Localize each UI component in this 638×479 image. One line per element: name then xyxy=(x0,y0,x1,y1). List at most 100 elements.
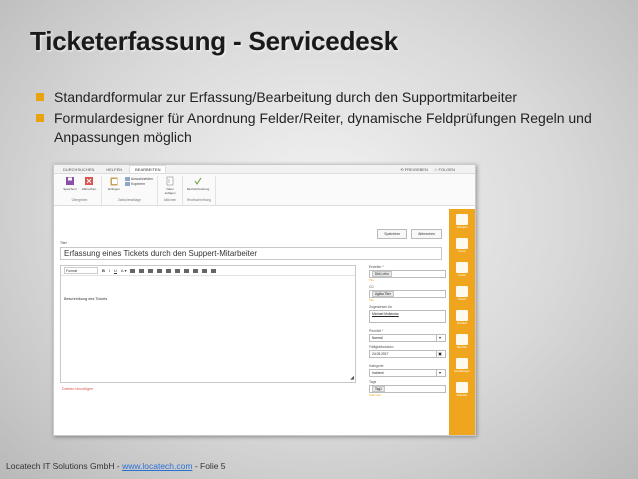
sidebar-item-settings[interactable]: Einstellungen xyxy=(453,358,471,373)
copy-label: Kopieren xyxy=(131,182,146,186)
underline-icon[interactable]: U xyxy=(114,268,117,273)
slide-title: Ticketerfassung - Servicedesk xyxy=(30,26,399,56)
follow-button[interactable]: ☆ FOLGEN xyxy=(434,167,455,172)
tags-field: Tags Tag1 Add new xyxy=(369,380,446,397)
add-tag-link[interactable]: Add new xyxy=(369,393,446,397)
copy-button[interactable]: Kopieren xyxy=(125,182,153,186)
tickets-icon xyxy=(456,286,468,297)
image-icon[interactable] xyxy=(193,268,199,273)
sidebar-item-label: Home xyxy=(458,250,466,253)
priority-select[interactable]: Normal ▾ xyxy=(369,334,446,342)
assigned-label: Zugewiesen An xyxy=(369,305,393,309)
sidebar-item-requests[interactable]: Anfragen xyxy=(453,214,471,229)
format-select[interactable]: Format xyxy=(64,267,98,274)
form-save-button[interactable]: Speichern xyxy=(377,229,408,239)
cut-icon xyxy=(125,177,130,181)
due-date-input[interactable]: 24.03.2017 ▣ xyxy=(369,350,446,358)
tag-token: Tag1 xyxy=(372,386,385,392)
indent-icon[interactable] xyxy=(148,268,154,273)
calendar-icon[interactable]: ▣ xyxy=(436,351,443,357)
ribbon-group-label: Rechtschreibung xyxy=(187,198,211,202)
cc-input[interactable]: Agilka Titer xyxy=(369,290,446,298)
link-icon[interactable] xyxy=(184,268,190,273)
spellcheck-icon xyxy=(194,177,202,185)
tab-bearbeiten[interactable]: BEARBEITEN xyxy=(129,165,167,173)
ribbon-group-clipboard: Einfügen Ausschneiden Kopieren Zwischena… xyxy=(102,176,158,205)
html-icon[interactable] xyxy=(211,268,217,273)
description-editor[interactable]: Format B I U A ▾ Beschreibung des Ticket… xyxy=(60,265,356,383)
ribbon-group-label: Zwischenablage xyxy=(117,198,142,202)
font-color-icon[interactable]: A ▾ xyxy=(121,268,127,273)
cut-button[interactable]: Ausschneiden xyxy=(125,177,153,181)
ribbon-paste-label: Einfügen xyxy=(108,187,120,191)
tags-input[interactable]: Tag1 xyxy=(369,385,446,393)
outdent-icon[interactable] xyxy=(157,268,163,273)
tab-helfen[interactable]: HELFEN xyxy=(101,166,127,173)
attach-file-button[interactable]: Datei anfügen xyxy=(162,176,178,195)
slide-footer: Locatech IT Solutions GmbH - www.locatec… xyxy=(6,461,226,471)
numbered-list-icon[interactable] xyxy=(139,268,145,273)
assigned-input[interactable]: Michael Mollendor xyxy=(369,310,446,323)
footer-link[interactable]: www.locatech.com xyxy=(122,461,192,471)
sidebar-item-label: Tickets xyxy=(457,298,467,301)
table-icon[interactable] xyxy=(202,268,208,273)
list-icon[interactable] xyxy=(130,268,136,273)
requests-icon xyxy=(456,214,468,225)
servicedesk-screenshot: DURCHSUCHEN HELFEN BEARBEITEN ⟲ FREIGEBE… xyxy=(53,164,476,436)
bullet-marker-icon xyxy=(36,114,44,122)
priority-value: Normal xyxy=(372,336,383,340)
priority-field: Priorität * Normal ▾ xyxy=(369,329,446,342)
add-files-link[interactable]: Dateien hinzufügen xyxy=(62,387,93,391)
bullet-list: Standardformular zur Erfassung/Bearbeitu… xyxy=(36,88,626,149)
align-center-icon[interactable] xyxy=(175,268,181,273)
calendar-icon xyxy=(456,382,468,393)
cancel-icon xyxy=(85,177,93,185)
sidebar-item-tickets[interactable]: Tickets xyxy=(453,286,471,301)
ribbon: Speichern Abbrechen Übergeben Einfügen A… xyxy=(54,174,475,206)
ribbon-cancel-button[interactable]: Abbrechen xyxy=(81,176,97,191)
sidebar-item-label: Kontakte xyxy=(456,322,468,325)
category-select[interactable]: Incident ▾ xyxy=(369,369,446,377)
bullet-item: Formulardesigner für Anordnung Felder/Re… xyxy=(36,109,626,147)
cc-token: Agilka Titer xyxy=(372,291,394,297)
footer-company: Locatech IT Solutions GmbH - xyxy=(6,461,123,471)
cc-hint: Titu xyxy=(369,298,374,302)
app-sidebar: Anfragen Home Kunde Tickets Kontakte Ber… xyxy=(449,209,475,435)
creator-label: Ersteller * xyxy=(369,265,384,269)
reports-icon xyxy=(456,334,468,345)
italic-icon[interactable]: I xyxy=(109,268,110,273)
resize-handle-icon[interactable]: ◢ xyxy=(350,375,354,381)
align-left-icon[interactable] xyxy=(166,268,172,273)
customer-icon xyxy=(456,262,468,273)
chevron-down-icon: ▾ xyxy=(436,370,443,376)
ribbon-group-actions: Datei anfügen Aktionen xyxy=(158,176,183,205)
bold-icon[interactable]: B xyxy=(102,268,105,273)
sidebar-item-customer[interactable]: Kunde xyxy=(453,262,471,277)
bullet-item: Standardformular zur Erfassung/Bearbeitu… xyxy=(36,88,626,107)
category-field: Kategorie Incident ▾ xyxy=(369,364,446,377)
sidebar-item-calendar[interactable]: Kalender xyxy=(453,382,471,397)
attach-file-label: Datei anfügen xyxy=(164,187,176,195)
sidebar-item-contacts[interactable]: Kontakte xyxy=(453,310,471,325)
ribbon-paste-button[interactable]: Einfügen xyxy=(106,176,122,191)
bullet-marker-icon xyxy=(36,93,44,101)
editor-toolbar: Format B I U A ▾ xyxy=(61,266,355,276)
form-cancel-button[interactable]: Abbrechen xyxy=(411,229,442,239)
tab-durchsuchen[interactable]: DURCHSUCHEN xyxy=(58,166,99,173)
share-button[interactable]: ⟲ FREIGEBEN xyxy=(400,167,428,172)
spelling-button[interactable]: Rechtschreibung xyxy=(187,176,209,191)
creator-input[interactable]: Dirk Lehn xyxy=(369,270,446,278)
bullet-text: Standardformular zur Erfassung/Bearbeitu… xyxy=(54,89,518,105)
sidebar-item-reports[interactable]: Berichte xyxy=(453,334,471,349)
bullet-text: Formulardesigner für Anordnung Felder/Re… xyxy=(54,110,592,145)
home-icon xyxy=(456,238,468,249)
form-side-fields: Ersteller * Dirk Lehn Titu CC Agilka Tit… xyxy=(369,265,446,400)
chevron-down-icon: ▾ xyxy=(436,335,443,341)
creator-field: Ersteller * Dirk Lehn Titu xyxy=(369,265,446,282)
ribbon-save-button[interactable]: Speichern xyxy=(62,176,78,191)
sidebar-item-label: Kunde xyxy=(458,274,466,277)
title-input[interactable]: Erfassung eines Tickets durch den Supper… xyxy=(60,247,442,260)
sidebar-item-home[interactable]: Home xyxy=(453,238,471,253)
due-date-value: 24.03.2017 xyxy=(372,352,389,356)
ticket-form: Speichern Abbrechen Titel Erfassung eine… xyxy=(60,209,446,435)
